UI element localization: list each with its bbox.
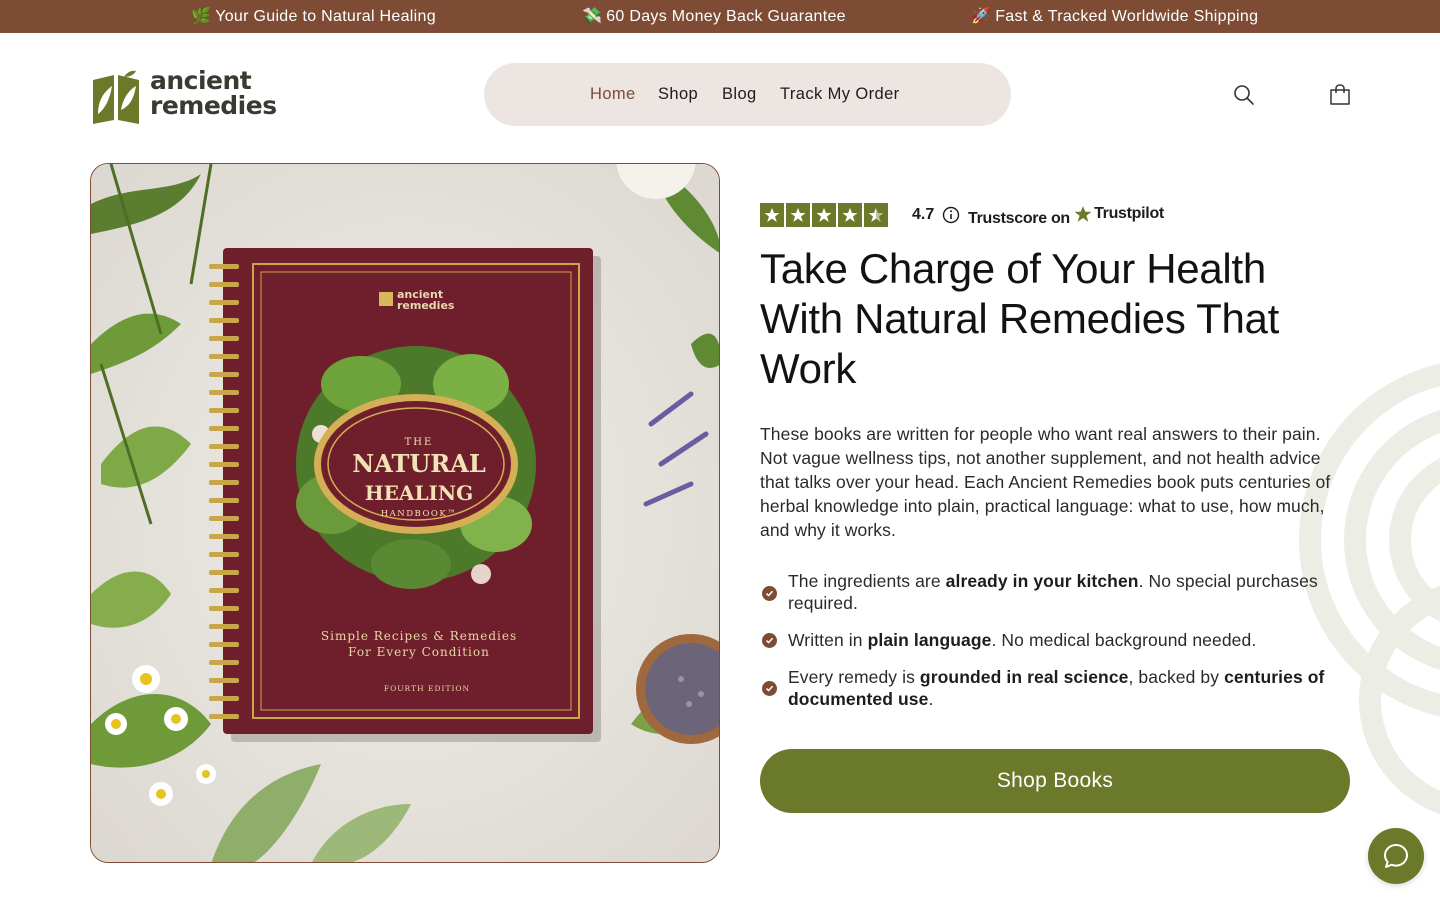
star-icon	[760, 203, 784, 227]
check-icon	[762, 681, 777, 696]
nav-shop[interactable]: Shop	[658, 63, 698, 126]
book-photo: ancient remedies THE NATURAL HEALING HAN…	[91, 164, 719, 862]
svg-text:HANDBOOK™: HANDBOOK™	[381, 509, 458, 519]
svg-text:For Every Condition: For Every Condition	[348, 645, 490, 659]
check-icon	[762, 586, 777, 601]
hero-title: Take Charge of Your Health With Natural …	[760, 245, 1279, 392]
info-icon[interactable]	[942, 206, 960, 229]
svg-text:remedies: remedies	[397, 299, 455, 312]
rating-stars	[760, 203, 888, 227]
nav-track-my-order[interactable]: Track My Order	[780, 63, 900, 126]
rating-score: 4.7	[912, 206, 935, 223]
nav-blog[interactable]: Blog	[722, 63, 757, 126]
svg-text:HEALING: HEALING	[365, 481, 473, 505]
benefit-item: Written in plain language. No medical ba…	[760, 629, 1352, 651]
site-header: ancient remedies Home Shop Blog Track My…	[0, 33, 1440, 155]
announcement-item-guarantee: 💸 60 Days Money Back Guarantee	[582, 8, 846, 25]
hero-description: These books are written for people who w…	[760, 424, 1331, 540]
star-icon	[786, 203, 810, 227]
nav-home[interactable]: Home	[590, 63, 636, 126]
chat-bubble-icon	[1384, 844, 1408, 868]
leaf-book-icon	[93, 70, 139, 124]
chat-widget-button[interactable]	[1368, 828, 1424, 884]
logo-wordmark: ancient remedies	[150, 66, 277, 120]
logo[interactable]: ancient remedies	[90, 66, 280, 125]
announcement-bar: 🌿 Your Guide to Natural Healing 💸 60 Days …	[0, 0, 1440, 33]
announcement-item-shipping: 🚀 Fast & Tracked Worldwide Shipping	[971, 8, 1259, 25]
cart-icon[interactable]	[1325, 80, 1355, 110]
product-hero-image: ancient remedies THE NATURAL HEALING HAN…	[90, 163, 720, 863]
main-nav: Home Shop Blog Track My Order	[484, 63, 1011, 126]
half-star-icon	[864, 203, 888, 227]
herb-icon: 🌿	[191, 8, 212, 25]
announcement-item-guide: 🌿 Your Guide to Natural Healing	[191, 8, 436, 25]
svg-text:FOURTH EDITION: FOURTH EDITION	[384, 684, 470, 693]
benefit-item: Every remedy is grounded in real science…	[760, 666, 1352, 710]
money-icon: 💸	[582, 8, 603, 25]
trustpilot-star-icon	[1074, 206, 1092, 222]
svg-text:THE: THE	[405, 437, 434, 448]
check-icon	[762, 633, 777, 648]
trustscore-label: Trustscore on Trustpilot	[968, 203, 1164, 227]
rocket-icon: 🚀	[971, 8, 992, 25]
benefit-item: The ingredients are already in your kitc…	[760, 570, 1352, 614]
search-icon[interactable]	[1229, 80, 1259, 110]
star-icon	[838, 203, 862, 227]
shop-books-button[interactable]: Shop Books	[760, 749, 1350, 813]
svg-text:NATURAL: NATURAL	[352, 449, 486, 478]
svg-text:Simple Recipes & Remedies: Simple Recipes & Remedies	[321, 629, 517, 643]
trustpilot-logo: Trustpilot	[1074, 203, 1164, 225]
star-icon	[812, 203, 836, 227]
trustpilot-rating: 4.7 Trustscore on Trustpilot	[760, 203, 1180, 227]
